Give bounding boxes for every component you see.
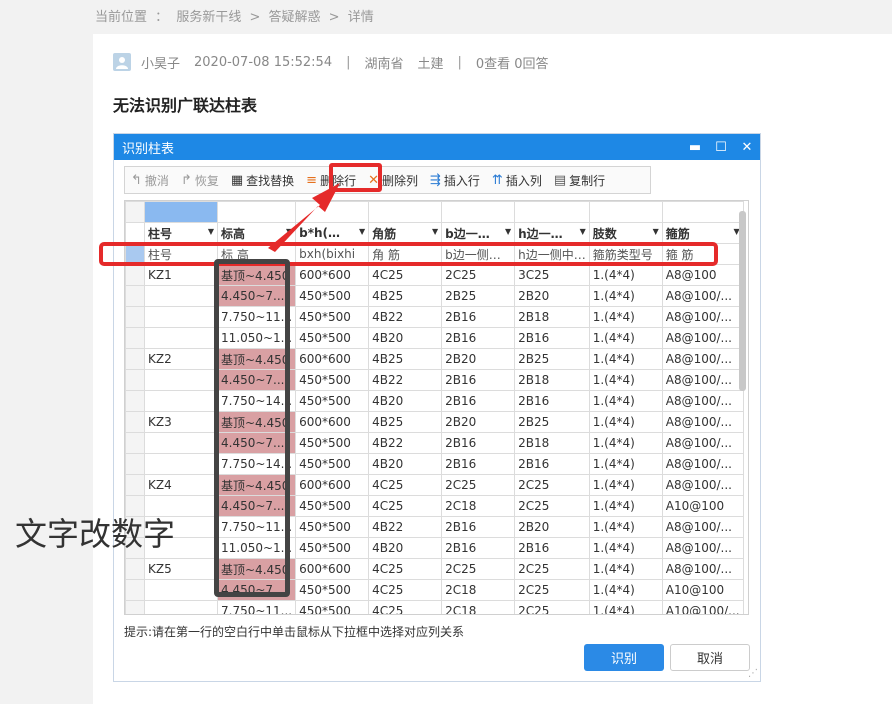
annotation-arrow-icon <box>268 183 340 252</box>
annotation-text: 文字改数字 <box>15 515 176 553</box>
